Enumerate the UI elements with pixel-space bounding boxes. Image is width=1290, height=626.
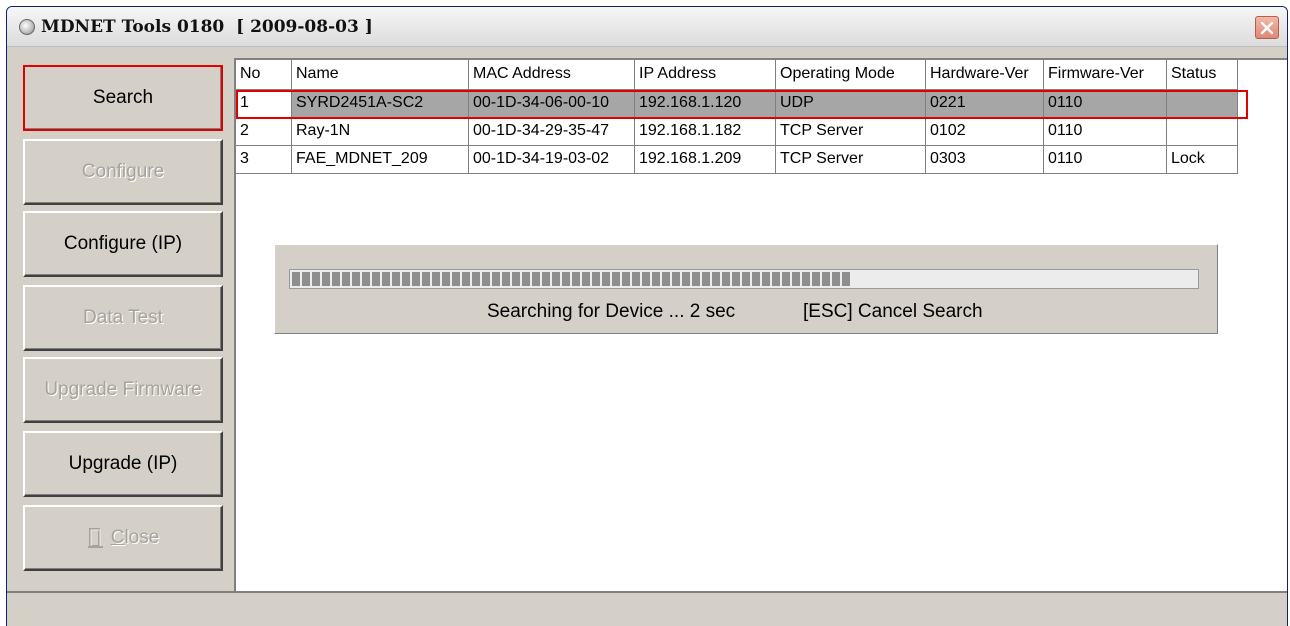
app-icon bbox=[19, 19, 35, 35]
close-icon bbox=[1260, 21, 1274, 34]
door-icon bbox=[87, 527, 105, 549]
cell-hw: 0102 bbox=[926, 118, 1044, 146]
table-row[interactable]: 1 SYRD2451A-SC2 00-1D-34-06-00-10 192.16… bbox=[236, 90, 1238, 118]
upgrade-ip-button-label: Upgrade (IP) bbox=[68, 453, 178, 474]
device-list-header: No Name MAC Address IP Address Operating… bbox=[236, 60, 1238, 90]
cell-ip: 192.168.1.120 bbox=[635, 90, 776, 118]
cell-status bbox=[1167, 90, 1238, 118]
search-button[interactable]: Search bbox=[23, 65, 223, 131]
configure-ip-button-label: Configure (IP) bbox=[63, 233, 183, 254]
window-close-button[interactable] bbox=[1255, 16, 1279, 39]
configure-button-label: Configure bbox=[81, 161, 165, 182]
cell-name: FAE_MDNET_209 bbox=[292, 146, 469, 174]
cell-name: Ray-1N bbox=[292, 118, 469, 146]
configure-ip-button[interactable]: Configure (IP) bbox=[23, 211, 223, 277]
progress-bar-fill bbox=[292, 272, 852, 286]
data-test-button-label: Data Test bbox=[83, 307, 163, 328]
data-test-button[interactable]: Data Test bbox=[23, 285, 223, 351]
cell-ip: 192.168.1.209 bbox=[635, 146, 776, 174]
action-panel: Search Configure Configure (IP) Data Tes… bbox=[17, 59, 232, 587]
cell-fw: 0110 bbox=[1044, 118, 1167, 146]
cell-mac: 00-1D-34-06-00-10 bbox=[469, 90, 635, 118]
search-button-label: Search bbox=[92, 87, 154, 108]
cell-mode: TCP Server bbox=[776, 146, 926, 174]
cell-fw: 0110 bbox=[1044, 146, 1167, 174]
column-header-mode[interactable]: Operating Mode bbox=[776, 60, 926, 90]
column-header-hw[interactable]: Hardware-Ver bbox=[926, 60, 1044, 90]
column-header-fw[interactable]: Firmware-Ver bbox=[1044, 60, 1167, 90]
column-header-ip[interactable]: IP Address bbox=[635, 60, 776, 90]
cell-ip: 192.168.1.182 bbox=[635, 118, 776, 146]
search-status-text: Searching for Device ... 2 sec bbox=[487, 301, 736, 322]
window-title: MDNET Tools 0180 [ 2009-08-03 ] bbox=[41, 17, 373, 37]
progress-bar bbox=[289, 269, 1199, 289]
cell-mac: 00-1D-34-19-03-02 bbox=[469, 146, 635, 174]
cell-mode: TCP Server bbox=[776, 118, 926, 146]
status-bar bbox=[7, 591, 1287, 626]
cell-no: 1 bbox=[236, 90, 292, 118]
table-row[interactable]: 2 Ray-1N 00-1D-34-29-35-47 192.168.1.182… bbox=[236, 118, 1238, 146]
cell-name: SYRD2451A-SC2 bbox=[292, 90, 469, 118]
cell-fw: 0110 bbox=[1044, 90, 1167, 118]
upgrade-firmware-button-label: Upgrade Firmware bbox=[44, 379, 202, 400]
upgrade-firmware-button[interactable]: Upgrade Firmware bbox=[23, 357, 223, 423]
table-row[interactable]: 3 FAE_MDNET_209 00-1D-34-19-03-02 192.16… bbox=[236, 146, 1238, 174]
close-button-label: Close bbox=[110, 527, 160, 548]
cell-hw: 0221 bbox=[926, 90, 1044, 118]
cell-status bbox=[1167, 118, 1238, 146]
cell-status: Lock bbox=[1167, 146, 1238, 174]
column-header-mac[interactable]: MAC Address bbox=[469, 60, 635, 90]
close-button[interactable]: Close bbox=[23, 505, 223, 571]
cell-mac: 00-1D-34-29-35-47 bbox=[469, 118, 635, 146]
cell-no: 3 bbox=[236, 146, 292, 174]
cancel-search-hint: [ESC] Cancel Search bbox=[803, 301, 983, 322]
cell-mode: UDP bbox=[776, 90, 926, 118]
column-header-status[interactable]: Status bbox=[1167, 60, 1238, 90]
column-header-no[interactable]: No bbox=[236, 60, 292, 90]
configure-button[interactable]: Configure bbox=[23, 139, 223, 205]
column-header-name[interactable]: Name bbox=[292, 60, 469, 90]
upgrade-ip-button[interactable]: Upgrade (IP) bbox=[23, 431, 223, 497]
title-bar[interactable]: MDNET Tools 0180 [ 2009-08-03 ] bbox=[7, 7, 1287, 47]
search-progress-dialog: Searching for Device ... 2 sec [ESC] Can… bbox=[274, 244, 1218, 334]
cell-hw: 0303 bbox=[926, 146, 1044, 174]
cell-no: 2 bbox=[236, 118, 292, 146]
